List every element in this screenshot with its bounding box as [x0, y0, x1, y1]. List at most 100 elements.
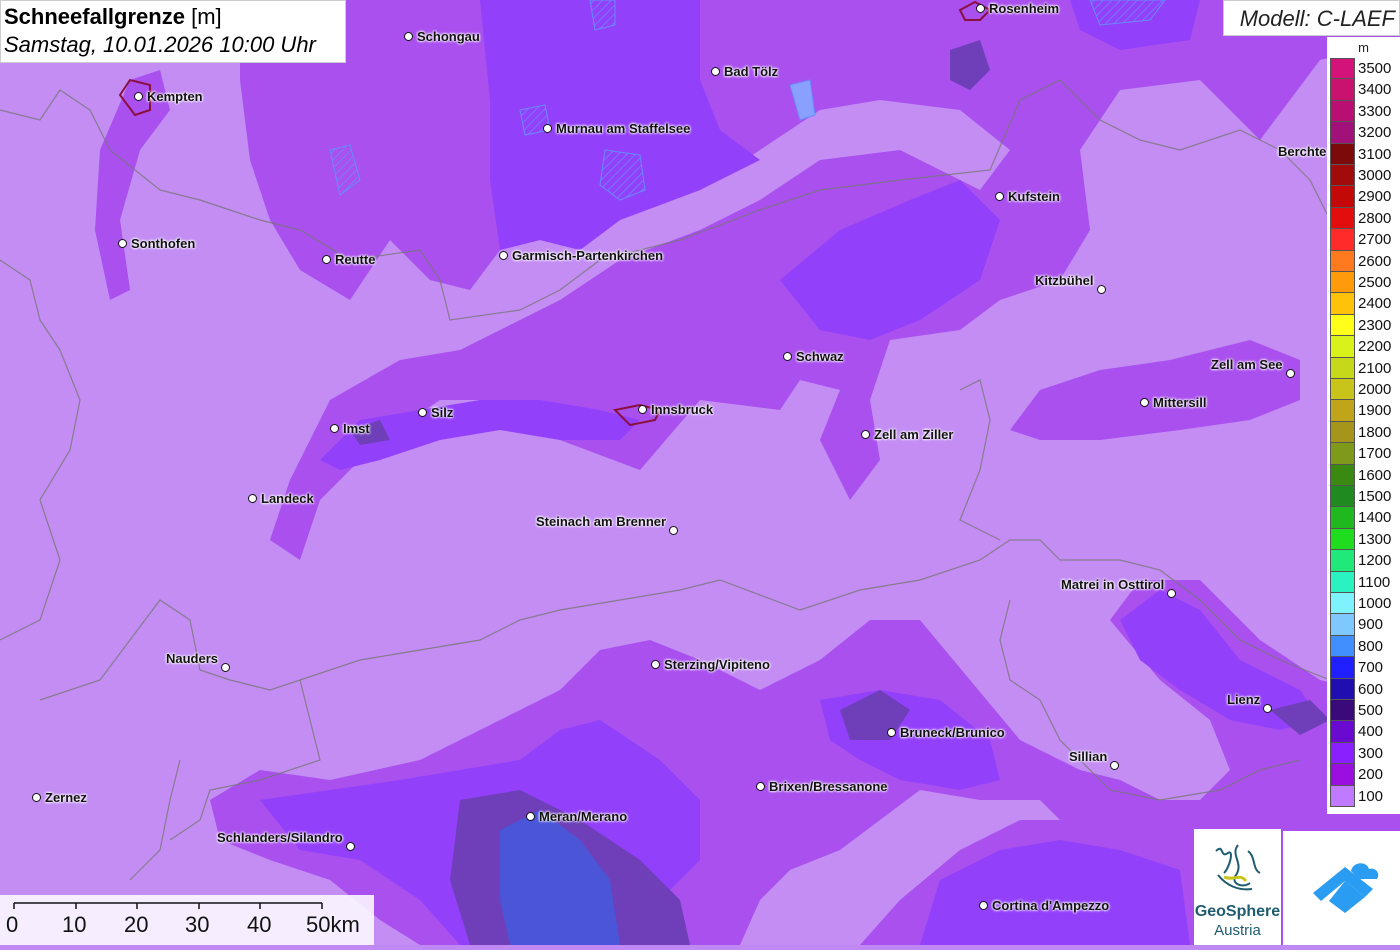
- legend-swatch: [1330, 379, 1355, 401]
- legend-swatch: [1330, 250, 1355, 272]
- legend-swatch: [1330, 721, 1355, 743]
- city-label: Zell am See: [1211, 357, 1283, 372]
- legend-swatch: [1330, 58, 1355, 80]
- legend-label: 2800: [1358, 209, 1392, 227]
- weather-app-logo[interactable]: [1283, 831, 1400, 945]
- legend-label: 2900: [1358, 188, 1392, 206]
- city-marker-icon: [887, 728, 896, 737]
- legend-label: 3200: [1358, 124, 1392, 142]
- scale-label: 20: [124, 912, 149, 937]
- city-marker-icon: [32, 793, 41, 802]
- city-marker-icon: [1286, 369, 1295, 378]
- legend-swatch: [1330, 764, 1355, 786]
- color-legend: m 3500 3400 3300 3200 3100 3000 2900 2800 2700 26…: [1327, 37, 1400, 814]
- city-label: Imst: [343, 421, 370, 436]
- city-marker-icon: [711, 67, 720, 76]
- legend-row: 3000: [1330, 165, 1400, 187]
- city-marker-icon: [322, 255, 331, 264]
- house-cloud-icon: [1313, 863, 1379, 913]
- legend-row: 2200: [1330, 336, 1400, 358]
- legend-label: 1100: [1358, 573, 1391, 591]
- city-label: Berchte: [1278, 144, 1327, 159]
- legend-row: 1800: [1330, 421, 1400, 444]
- city-label: Sonthofen: [131, 236, 196, 251]
- city-marker-icon: [995, 192, 1004, 201]
- city-marker-icon: [1140, 398, 1149, 407]
- legend-row: 200: [1330, 764, 1400, 786]
- legend-swatch: [1330, 336, 1355, 358]
- city-marker-icon: [221, 663, 230, 672]
- city-label: Schlanders/Silandro: [217, 830, 343, 845]
- legend-label: 2200: [1358, 338, 1392, 356]
- legend-row: 1200: [1330, 550, 1400, 572]
- scale-label: 10: [62, 912, 87, 937]
- legend-swatch: [1330, 528, 1355, 551]
- legend-swatch: [1330, 700, 1355, 722]
- legend-swatch: [1330, 464, 1355, 486]
- city-marker-icon: [134, 92, 143, 101]
- legend-label: 2500: [1358, 274, 1392, 291]
- legend-swatch: [1330, 571, 1355, 593]
- legend-row: 400: [1330, 721, 1400, 743]
- city-marker-icon: [783, 352, 792, 361]
- city-marker-icon: [118, 239, 127, 248]
- city-label: Garmisch-Partenkirchen: [512, 248, 664, 263]
- legend-label: 900: [1358, 616, 1384, 634]
- legend-row: 1700: [1330, 443, 1400, 465]
- legend-row: 3300: [1330, 100, 1400, 123]
- scale-bar: 0 10 20 30 40 50km: [0, 895, 374, 945]
- legend-label: 200: [1358, 766, 1384, 784]
- legend-label: 300: [1358, 744, 1384, 762]
- legend-swatch: [1330, 421, 1355, 444]
- legend-label: 1500: [1358, 488, 1392, 505]
- city-label: Steinach am Brenner: [536, 514, 667, 529]
- legend-row: 3500: [1330, 58, 1400, 80]
- legend-label: 1600: [1358, 466, 1392, 484]
- legend-row: 3400: [1330, 79, 1400, 101]
- legend-label: 2400: [1358, 295, 1392, 313]
- map-title: Schneefallgrenze [m]: [4, 4, 222, 30]
- legend-row: 1300: [1330, 528, 1400, 551]
- city-label: Rosenheim: [989, 1, 1060, 16]
- legend-row: 700: [1330, 657, 1400, 679]
- city-label: Silz: [431, 405, 454, 420]
- legend-swatch: [1330, 593, 1355, 615]
- legend-row: 2700: [1330, 229, 1400, 251]
- legend-row: 2000: [1330, 379, 1400, 401]
- legend-swatch: [1330, 229, 1355, 251]
- legend-swatch: [1330, 314, 1355, 337]
- legend-label: 500: [1358, 702, 1384, 719]
- legend-row: 1500: [1330, 486, 1400, 508]
- legend-row: 100: [1330, 785, 1400, 807]
- city-marker-icon: [499, 251, 508, 260]
- city-label: Brixen/Bressanone: [769, 779, 888, 794]
- city-label: Reutte: [335, 252, 376, 267]
- legend-swatch: [1330, 635, 1355, 658]
- geosphere-logo[interactable]: GeoSphere Austria: [1194, 829, 1281, 945]
- city-marker-icon: [861, 430, 870, 439]
- city-label: Bad Tölz: [724, 64, 779, 79]
- legend-swatch: [1330, 100, 1355, 123]
- city-label: Innsbruck: [651, 402, 714, 417]
- legend-row: 600: [1330, 678, 1400, 700]
- title-main: Schneefallgrenze: [4, 4, 185, 29]
- legend-swatch: [1330, 657, 1355, 679]
- legend-row: 500: [1330, 700, 1400, 722]
- snowfall-limit-map[interactable]: [0, 0, 1400, 945]
- legend-label: 2600: [1358, 252, 1392, 270]
- legend-row: 1100: [1330, 571, 1400, 593]
- legend-swatch: [1330, 785, 1355, 807]
- legend-swatch: [1330, 293, 1355, 315]
- legend-label: 1800: [1358, 423, 1392, 441]
- city-label: Kempten: [147, 89, 203, 104]
- city-marker-icon: [543, 124, 552, 133]
- legend-row: 2500: [1330, 272, 1400, 294]
- geosphere-name: GeoSphere: [1194, 903, 1281, 920]
- legend-label: 3300: [1358, 102, 1392, 120]
- legend-swatch: [1330, 486, 1355, 508]
- city-marker-icon: [979, 901, 988, 910]
- geosphere-emblem-icon: [1215, 844, 1261, 891]
- legend-label: 2000: [1358, 381, 1392, 398]
- legend-label: 800: [1358, 637, 1384, 655]
- scale-label: 0: [6, 912, 19, 937]
